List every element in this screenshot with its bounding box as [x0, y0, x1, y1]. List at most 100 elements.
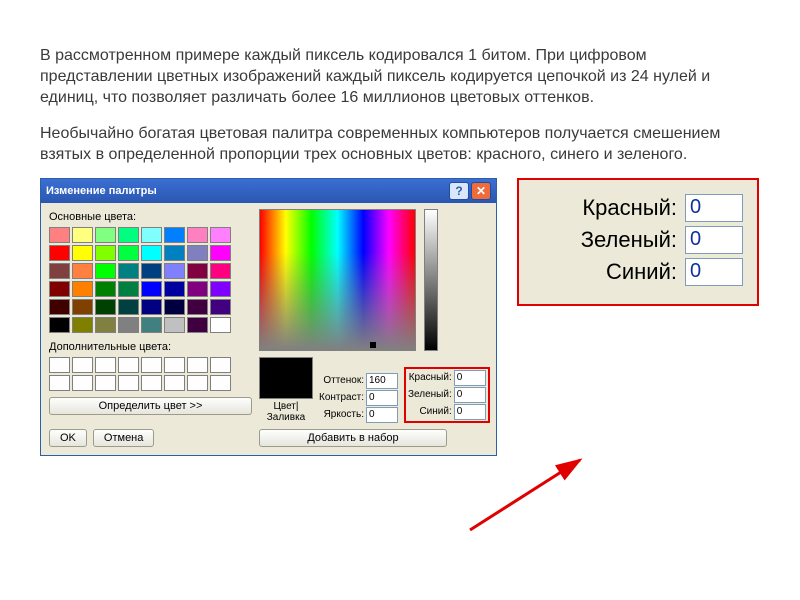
help-icon[interactable]: ?	[449, 182, 469, 200]
color-swatch[interactable]	[187, 281, 208, 297]
color-swatch[interactable]	[118, 299, 139, 315]
cancel-button[interactable]: Отмена	[93, 429, 154, 447]
color-swatch[interactable]	[49, 227, 70, 243]
blue-input[interactable]	[454, 404, 486, 420]
color-swatch[interactable]	[187, 263, 208, 279]
color-swatch[interactable]	[49, 281, 70, 297]
color-swatch[interactable]	[95, 245, 116, 261]
zoom-blue-label: Синий:	[606, 259, 677, 285]
color-swatch[interactable]	[210, 263, 231, 279]
color-swatch[interactable]	[164, 281, 185, 297]
arrow-icon	[460, 450, 600, 550]
color-swatch[interactable]	[187, 317, 208, 333]
crosshair-icon	[370, 342, 376, 348]
color-swatch[interactable]	[187, 299, 208, 315]
color-swatch[interactable]	[210, 281, 231, 297]
color-swatch[interactable]	[164, 263, 185, 279]
color-swatch[interactable]	[210, 227, 231, 243]
custom-swatch[interactable]	[49, 357, 70, 373]
custom-swatch[interactable]	[210, 357, 231, 373]
sat-label: Контраст:	[319, 392, 364, 403]
zoom-green-label: Зеленый:	[581, 227, 677, 253]
ok-button[interactable]: OK	[49, 429, 87, 447]
custom-swatch[interactable]	[210, 375, 231, 391]
paragraph-2: Необычайно богатая цветовая палитра совр…	[40, 124, 760, 166]
color-swatch[interactable]	[141, 281, 162, 297]
basic-colors-grid	[49, 227, 249, 333]
color-swatch[interactable]	[72, 245, 93, 261]
color-swatch[interactable]	[72, 299, 93, 315]
color-swatch[interactable]	[118, 317, 139, 333]
custom-swatch[interactable]	[141, 357, 162, 373]
lum-input[interactable]	[366, 407, 398, 423]
custom-colors-label: Дополнительные цвета:	[49, 341, 249, 353]
color-swatch[interactable]	[72, 263, 93, 279]
rgb-zoom-panel: Красный: Зеленый: Синий:	[517, 178, 759, 306]
color-swatch[interactable]	[164, 245, 185, 261]
zoom-green-input[interactable]	[685, 226, 743, 254]
color-swatch[interactable]	[49, 299, 70, 315]
color-swatch[interactable]	[141, 317, 162, 333]
color-swatch[interactable]	[72, 281, 93, 297]
color-swatch[interactable]	[141, 299, 162, 315]
zoom-blue-input[interactable]	[685, 258, 743, 286]
color-swatch[interactable]	[118, 227, 139, 243]
color-swatch[interactable]	[49, 263, 70, 279]
custom-swatch[interactable]	[118, 375, 139, 391]
define-color-button[interactable]: Определить цвет >>	[49, 397, 252, 415]
hue-input[interactable]	[366, 373, 398, 389]
lum-label: Яркость:	[324, 409, 364, 420]
titlebar: Изменение палитры ? ✕	[41, 179, 496, 203]
color-swatch[interactable]	[164, 299, 185, 315]
color-swatch[interactable]	[72, 227, 93, 243]
color-swatch[interactable]	[118, 245, 139, 261]
sat-input[interactable]	[366, 390, 398, 406]
color-swatch[interactable]	[141, 263, 162, 279]
color-swatch[interactable]	[95, 299, 116, 315]
fill-label: Цвет|Заливка	[259, 401, 313, 423]
green-label: Зеленый:	[408, 389, 452, 400]
color-preview	[259, 357, 313, 399]
custom-swatch[interactable]	[187, 357, 208, 373]
rgb-highlight-box: Красный: Зеленый: Синий:	[404, 367, 490, 423]
color-swatch[interactable]	[95, 227, 116, 243]
color-swatch[interactable]	[210, 245, 231, 261]
zoom-red-label: Красный:	[582, 195, 677, 221]
color-swatch[interactable]	[210, 317, 231, 333]
custom-swatch[interactable]	[187, 375, 208, 391]
custom-swatch[interactable]	[118, 357, 139, 373]
color-swatch[interactable]	[118, 281, 139, 297]
color-swatch[interactable]	[210, 299, 231, 315]
color-swatch[interactable]	[187, 245, 208, 261]
custom-swatch[interactable]	[72, 357, 93, 373]
color-swatch[interactable]	[118, 263, 139, 279]
red-input[interactable]	[454, 370, 486, 386]
color-swatch[interactable]	[95, 317, 116, 333]
custom-swatch[interactable]	[95, 375, 116, 391]
color-picker-dialog: Изменение палитры ? ✕ Основные цвета: До…	[40, 178, 497, 456]
color-swatch[interactable]	[72, 317, 93, 333]
custom-swatch[interactable]	[164, 375, 185, 391]
paragraph-1: В рассмотренном примере каждый пиксель к…	[40, 46, 760, 108]
color-swatch[interactable]	[141, 245, 162, 261]
color-swatch[interactable]	[49, 245, 70, 261]
color-swatch[interactable]	[164, 317, 185, 333]
color-swatch[interactable]	[95, 281, 116, 297]
zoom-red-input[interactable]	[685, 194, 743, 222]
blue-label: Синий:	[419, 406, 451, 417]
close-icon[interactable]: ✕	[471, 182, 491, 200]
custom-swatch[interactable]	[72, 375, 93, 391]
green-input[interactable]	[454, 387, 486, 403]
color-swatch[interactable]	[141, 227, 162, 243]
color-spectrum[interactable]	[259, 209, 416, 351]
custom-swatch[interactable]	[141, 375, 162, 391]
custom-swatch[interactable]	[49, 375, 70, 391]
custom-swatch[interactable]	[164, 357, 185, 373]
custom-swatch[interactable]	[95, 357, 116, 373]
color-swatch[interactable]	[187, 227, 208, 243]
add-to-set-button[interactable]: Добавить в набор	[259, 429, 447, 447]
color-swatch[interactable]	[164, 227, 185, 243]
color-swatch[interactable]	[95, 263, 116, 279]
color-swatch[interactable]	[49, 317, 70, 333]
luminance-slider[interactable]	[424, 209, 438, 351]
